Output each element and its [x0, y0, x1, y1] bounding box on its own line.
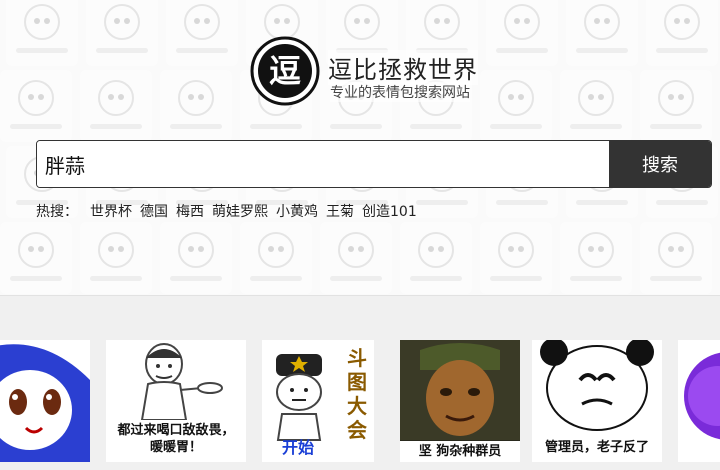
- hot-search-link[interactable]: 梅西: [176, 201, 204, 221]
- hot-search-link[interactable]: 小黄鸡: [276, 201, 318, 221]
- sticker-caption: 开始: [281, 438, 314, 457]
- hero-banner: 逗 逗比拯救世界 专业的表情包搜索网站 搜索 热搜： 世界杯 德国 梅西 萌娃罗…: [0, 0, 720, 296]
- anime-face-image: [0, 344, 90, 462]
- sticker-card[interactable]: 管理员，老子反了: [532, 340, 662, 462]
- sticker-side-text: 斗图大会: [347, 346, 367, 442]
- sticker-card[interactable]: [0, 340, 90, 462]
- purple-face-image: [684, 352, 720, 440]
- sticker-results-row: 都过来喝口敌敌畏， 暖暖胃！ 斗图大会 开始 坚 狗杂种群员 管理员，老子反了: [0, 340, 720, 464]
- hot-search-link[interactable]: 王菊: [326, 201, 354, 221]
- sticker-card[interactable]: 斗图大会 开始: [262, 340, 374, 462]
- sticker-card[interactable]: 都过来喝口敌敌畏， 暖暖胃！: [106, 340, 246, 462]
- sticker-caption: 都过来喝口敌敌畏， 暖暖胃！: [117, 423, 235, 455]
- sticker-card[interactable]: [678, 340, 720, 462]
- search-input[interactable]: [37, 141, 609, 187]
- search-bar: 搜索: [36, 140, 712, 188]
- hot-search-link[interactable]: 世界杯: [90, 201, 132, 221]
- sticker-caption: 坚 狗杂种群员: [400, 441, 520, 462]
- hot-search-link[interactable]: 创造101: [362, 201, 417, 221]
- site-logo-icon[interactable]: 逗: [250, 36, 320, 106]
- sticker-card[interactable]: 坚 狗杂种群员: [400, 340, 520, 462]
- hot-searches-label: 热搜：: [36, 204, 78, 220]
- site-subtitle: 专业的表情包搜索网站: [330, 82, 470, 102]
- photo-face-image: [400, 340, 520, 440]
- hot-search-link[interactable]: 德国: [140, 201, 168, 221]
- site-title[interactable]: 逗比拯救世界: [328, 50, 478, 85]
- panda-meme-image: [540, 340, 654, 431]
- logo-glyph: 逗: [269, 52, 301, 90]
- search-button[interactable]: 搜索: [609, 141, 711, 187]
- bowl-meme-image: [140, 343, 223, 421]
- hot-searches: 热搜： 世界杯 德国 梅西 萌娃罗熙 小黄鸡 王菊 创造101: [36, 200, 417, 222]
- hot-search-link[interactable]: 萌娃罗熙: [212, 201, 268, 221]
- sticker-caption: 管理员，老子反了: [544, 440, 649, 455]
